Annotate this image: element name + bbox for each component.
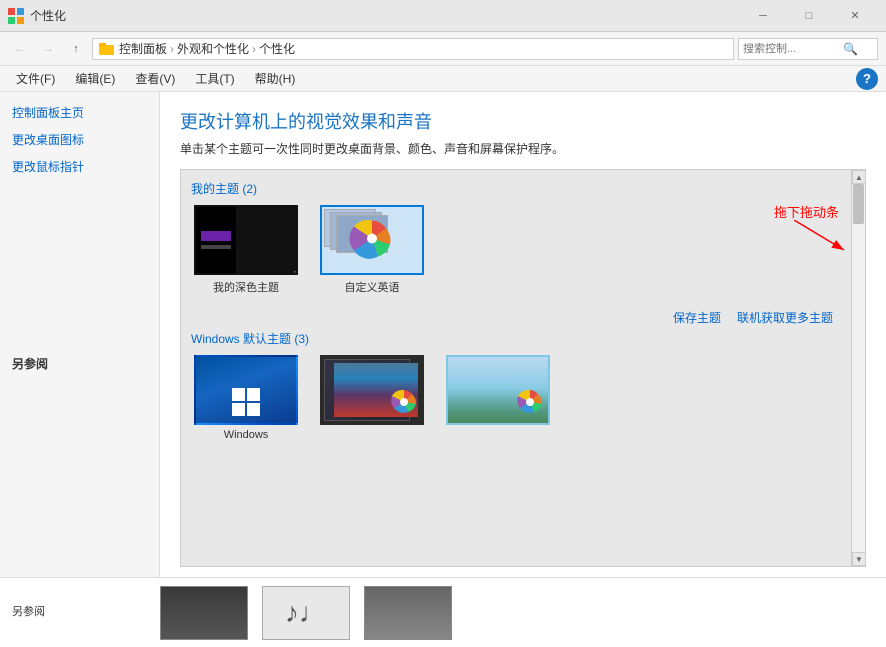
address-path[interactable]: 控制面板 › 外观和个性化 › 个性化 (92, 38, 734, 60)
close-button[interactable]: ✕ (832, 0, 878, 32)
window-controls: ─ □ ✕ (740, 0, 878, 32)
up-button[interactable]: ↑ (64, 37, 88, 61)
search-input[interactable] (743, 43, 843, 55)
window-title: 个性化 (30, 7, 740, 24)
theme-win-label: Windows (224, 429, 269, 441)
addressbar: ← → ↑ 控制面板 › 外观和个性化 › 个性化 🔍 (0, 32, 886, 66)
bottom-thumb-1[interactable] (160, 586, 248, 640)
menubar: 文件(F) 编辑(E) 查看(V) 工具(T) 帮助(H) ? (0, 66, 886, 92)
menu-view[interactable]: 查看(V) (127, 68, 183, 89)
theme-win-multi[interactable] (317, 355, 427, 441)
menu-edit[interactable]: 编辑(E) (67, 68, 123, 89)
theme-custom-thumb (320, 205, 424, 275)
save-theme-link[interactable]: 保存主题 (673, 309, 721, 326)
theme-dark-label: 我的深色主题 (213, 279, 279, 295)
menu-help[interactable]: 帮助(H) (247, 68, 304, 89)
bottom-thumbnails: ♪♩ (160, 586, 452, 640)
page-title: 更改计算机上的视觉效果和声音 (180, 108, 866, 134)
sidebar-link-mouse-pointer[interactable]: 更改鼠标指针 (12, 158, 147, 175)
save-row: 保存主题 联机获取更多主题 (191, 305, 837, 330)
menu-file[interactable]: 文件(F) (8, 68, 63, 89)
main-area: 控制面板主页 更改桌面图标 更改鼠标指针 另参阅 更改计算机上的视觉效果和声音 … (0, 92, 886, 577)
scroll-thumb[interactable] (853, 184, 864, 224)
bottom-thumb-2[interactable]: ♪♩ (262, 586, 350, 640)
titlebar: 个性化 ─ □ ✕ (0, 0, 886, 32)
music-note-icon: ♪♩ (285, 597, 327, 629)
theme-win-blue[interactable]: Windows (191, 355, 301, 441)
search-icon: 🔍 (843, 42, 858, 56)
help-button[interactable]: ? (856, 68, 878, 90)
page-description: 单击某个主题可一次性同时更改桌面背景、颜色、声音和屏幕保护程序。 (180, 140, 866, 157)
theme-win-blue-thumb (194, 355, 298, 425)
annotation-text: 拖下拖动条 (774, 205, 839, 220)
theme-custom-label: 自定义英语 (345, 279, 400, 295)
get-more-link[interactable]: 联机获取更多主题 (737, 309, 833, 326)
annotation-container: 拖下拖动条 (774, 202, 839, 221)
my-themes-label: 我的主题 (2) (191, 180, 855, 197)
back-button[interactable]: ← (8, 37, 32, 61)
content-area: 更改计算机上的视觉效果和声音 单击某个主题可一次性同时更改桌面背景、颜色、声音和… (160, 92, 886, 577)
search-box[interactable]: 🔍 (738, 38, 878, 60)
sidebar: 控制面板主页 更改桌面图标 更改鼠标指针 另参阅 (0, 92, 160, 577)
annotation-arrow (794, 220, 854, 260)
theme-panel: 我的主题 (2) (180, 169, 866, 567)
theme-dark-thumb (194, 205, 298, 275)
sidebar-link-home[interactable]: 控制面板主页 (12, 104, 147, 121)
windows-themes-row: Windows (191, 355, 855, 441)
scroll-up-button[interactable]: ▲ (852, 170, 866, 184)
bottom-bar: 另参阅 ♪♩ (0, 577, 886, 647)
theme-win-flower-thumb (446, 355, 550, 425)
also-see-section: 另参阅 (0, 603, 160, 623)
my-themes-row: 我的深色主题 (191, 205, 855, 295)
bottom-thumb-3[interactable] (364, 586, 452, 640)
theme-scroll-area[interactable]: 我的主题 (2) (181, 170, 865, 566)
forward-button[interactable]: → (36, 37, 60, 61)
scroll-down-button[interactable]: ▼ (852, 552, 866, 566)
breadcrumb-part1: 控制面板 › 外观和个性化 › 个性化 (119, 40, 295, 57)
theme-win-flower[interactable] (443, 355, 553, 441)
maximize-button[interactable]: □ (786, 0, 832, 32)
also-see-title: 另参阅 (12, 355, 147, 372)
theme-dark[interactable]: 我的深色主题 (191, 205, 301, 295)
menu-tools[interactable]: 工具(T) (187, 68, 242, 89)
app-icon (8, 8, 24, 24)
theme-custom-en[interactable]: 自定义英语 (317, 205, 427, 295)
sidebar-link-desktop-icons[interactable]: 更改桌面图标 (12, 131, 147, 148)
minimize-button[interactable]: ─ (740, 0, 786, 32)
theme-win-multi-thumb (320, 355, 424, 425)
also-see-label: 另参阅 (12, 603, 148, 619)
windows-themes-label: Windows 默认主题 (3) (191, 330, 855, 347)
